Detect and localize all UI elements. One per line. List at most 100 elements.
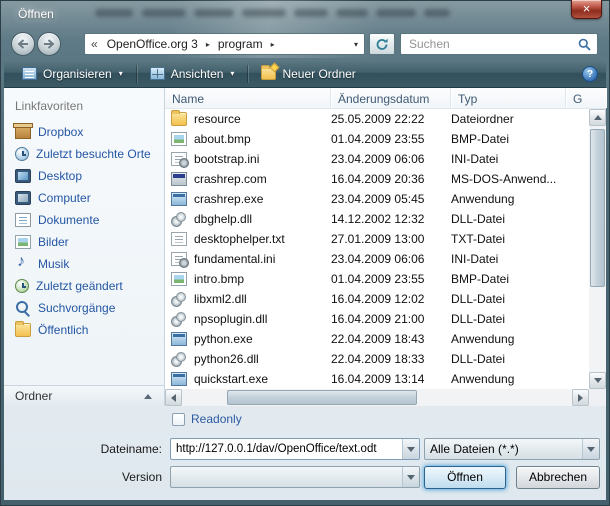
horizontal-scroll-thumb[interactable] xyxy=(227,390,417,405)
triangle-down-icon xyxy=(407,447,415,452)
breadcrumb-separator-icon[interactable]: ▸ xyxy=(266,40,280,49)
file-row[interactable]: dbghelp.dll 14.12.2002 12:32 DLL-Datei xyxy=(165,209,589,229)
breadcrumb-item-openoffice[interactable]: OpenOffice.org 3 xyxy=(104,37,201,51)
folders-expander[interactable]: Ordner xyxy=(4,385,164,406)
background-window-blur xyxy=(336,9,368,17)
sidebar-item-public[interactable]: Öffentlich xyxy=(4,319,164,341)
forward-button[interactable] xyxy=(37,32,61,56)
searches-icon xyxy=(15,301,31,315)
search-icon[interactable] xyxy=(578,38,591,51)
file-row[interactable]: intro.bmp 01.04.2009 23:55 BMP-Datei xyxy=(165,269,589,289)
file-icon xyxy=(171,252,187,266)
readonly-label[interactable]: Readonly xyxy=(191,412,242,426)
column-header-type[interactable]: Typ xyxy=(451,88,566,108)
file-name: dbghelp.dll xyxy=(194,212,331,226)
sidebar-item-label: Dropbox xyxy=(38,125,83,139)
file-row[interactable]: bootstrap.ini 23.04.2009 06:06 INI-Datei xyxy=(165,149,589,169)
cancel-button[interactable]: Abbrechen xyxy=(516,466,600,489)
documents-icon xyxy=(15,213,31,227)
file-date: 23.04.2009 06:06 xyxy=(331,152,451,166)
sidebar-item-label: Öffentlich xyxy=(38,323,88,337)
filetype-dropdown-button[interactable] xyxy=(582,439,599,459)
file-row[interactable]: crashrep.exe 23.04.2009 05:45 Anwendung xyxy=(165,189,589,209)
file-type: INI-Datei xyxy=(451,152,566,166)
background-window-blur xyxy=(242,9,286,17)
file-type: DLL-Datei xyxy=(451,312,566,326)
file-row[interactable]: resource 25.05.2009 22:22 Dateiordner xyxy=(165,109,589,129)
file-row[interactable]: about.bmp 01.04.2009 23:55 BMP-Datei xyxy=(165,129,589,149)
sidebar-item-label: Computer xyxy=(38,191,91,205)
search-input[interactable]: Suchen xyxy=(400,33,598,55)
sidebar-item-computer[interactable]: Computer xyxy=(4,187,164,209)
file-icon xyxy=(171,312,187,326)
breadcrumb-dropdown-icon[interactable]: ▾ xyxy=(348,40,364,49)
filename-dropdown-button[interactable] xyxy=(402,439,419,459)
file-row[interactable]: npsoplugin.dll 16.04.2009 21:00 DLL-Date… xyxy=(165,309,589,329)
filename-input[interactable]: http://127.0.0.1/dav/OpenOffice/text.odt xyxy=(171,439,402,459)
background-window-blur xyxy=(95,9,133,17)
file-row[interactable]: libxml2.dll 16.04.2009 12:02 DLL-Datei xyxy=(165,289,589,309)
views-button[interactable]: Ansichten ▾ xyxy=(140,64,245,84)
file-date: 25.05.2009 22:22 xyxy=(331,112,451,126)
organize-button[interactable]: Organisieren ▾ xyxy=(12,64,133,84)
file-type: INI-Datei xyxy=(451,252,566,266)
version-combo[interactable] xyxy=(170,466,420,488)
new-folder-button[interactable]: Neuer Ordner xyxy=(251,64,365,84)
back-button[interactable] xyxy=(11,32,35,56)
close-button[interactable]: × xyxy=(571,0,602,19)
sidebar-item-dropbox[interactable]: Dropbox xyxy=(4,121,164,143)
vertical-scroll-thumb[interactable] xyxy=(590,129,605,287)
chevron-down-icon: ▾ xyxy=(230,69,234,78)
open-file-dialog: Öffnen × « OpenOffice.org 3 ▸ program ▸ … xyxy=(0,0,610,506)
public-folder-icon xyxy=(15,323,31,337)
file-type: BMP-Datei xyxy=(451,272,566,286)
search-placeholder: Suchen xyxy=(401,37,578,51)
readonly-checkbox[interactable] xyxy=(172,413,185,426)
file-name: resource xyxy=(194,112,331,126)
file-row[interactable]: desktophelper.txt 27.01.2009 13:00 TXT-D… xyxy=(165,229,589,249)
refresh-button[interactable] xyxy=(369,33,395,55)
file-icon xyxy=(171,232,187,246)
scroll-left-button[interactable] xyxy=(165,389,182,406)
file-row[interactable]: python.exe 22.04.2009 18:43 Anwendung xyxy=(165,329,589,349)
version-label: Version xyxy=(4,470,162,484)
file-date: 16.04.2009 12:02 xyxy=(331,292,451,306)
file-type: Dateiordner xyxy=(451,112,566,126)
folders-label: Ordner xyxy=(15,389,52,403)
file-row[interactable]: python26.dll 22.04.2009 18:33 DLL-Datei xyxy=(165,349,589,369)
recent-places-icon xyxy=(15,147,29,161)
file-rows: resource 25.05.2009 22:22 Dateiordner ab… xyxy=(165,109,589,389)
file-row[interactable]: fundamental.ini 23.04.2009 06:06 INI-Dat… xyxy=(165,249,589,269)
background-window-blur xyxy=(376,9,416,17)
breadcrumb-separator-icon[interactable]: ▸ xyxy=(201,40,215,49)
sidebar-item-desktop[interactable]: Desktop xyxy=(4,165,164,187)
sidebar-item-music[interactable]: Musik xyxy=(4,253,164,275)
sidebar-item-documents[interactable]: Dokumente xyxy=(4,209,164,231)
sidebar-item-recent-places[interactable]: Zuletzt besuchte Orte xyxy=(4,143,164,165)
file-row[interactable]: crashrep.com 16.04.2009 20:36 MS-DOS-Anw… xyxy=(165,169,589,189)
scroll-up-button[interactable] xyxy=(589,109,606,126)
filetype-combo[interactable]: Alle Dateien (*.*) xyxy=(424,438,600,460)
readonly-row: Readonly xyxy=(172,412,242,426)
file-icon xyxy=(171,172,187,186)
scroll-down-button[interactable] xyxy=(589,372,606,389)
scrollbar-corner xyxy=(589,389,606,406)
scroll-right-button[interactable] xyxy=(572,389,589,406)
version-value xyxy=(171,467,402,487)
version-dropdown-button[interactable] xyxy=(402,467,419,487)
sidebar-item-pictures[interactable]: Bilder xyxy=(4,231,164,253)
column-header-name[interactable]: Name xyxy=(165,88,331,108)
horizontal-scrollbar[interactable] xyxy=(165,389,589,406)
sidebar-item-searches[interactable]: Suchvorgänge xyxy=(4,297,164,319)
breadcrumb-collapse-chevron[interactable]: « xyxy=(85,37,104,51)
breadcrumb-item-program[interactable]: program xyxy=(215,37,266,51)
column-header-size[interactable]: G xyxy=(566,88,606,108)
open-button[interactable]: Öffnen xyxy=(424,466,506,489)
help-button[interactable]: ? xyxy=(582,66,598,82)
sidebar-item-recently-changed[interactable]: Zuletzt geändert xyxy=(4,275,164,297)
column-header-date[interactable]: Änderungsdatum xyxy=(331,88,451,108)
file-row[interactable]: quickstart.exe 16.04.2009 13:14 Anwendun… xyxy=(165,369,589,389)
vertical-scrollbar[interactable] xyxy=(589,109,606,389)
triangle-up-icon xyxy=(594,115,602,120)
file-date: 23.04.2009 06:06 xyxy=(331,252,451,266)
